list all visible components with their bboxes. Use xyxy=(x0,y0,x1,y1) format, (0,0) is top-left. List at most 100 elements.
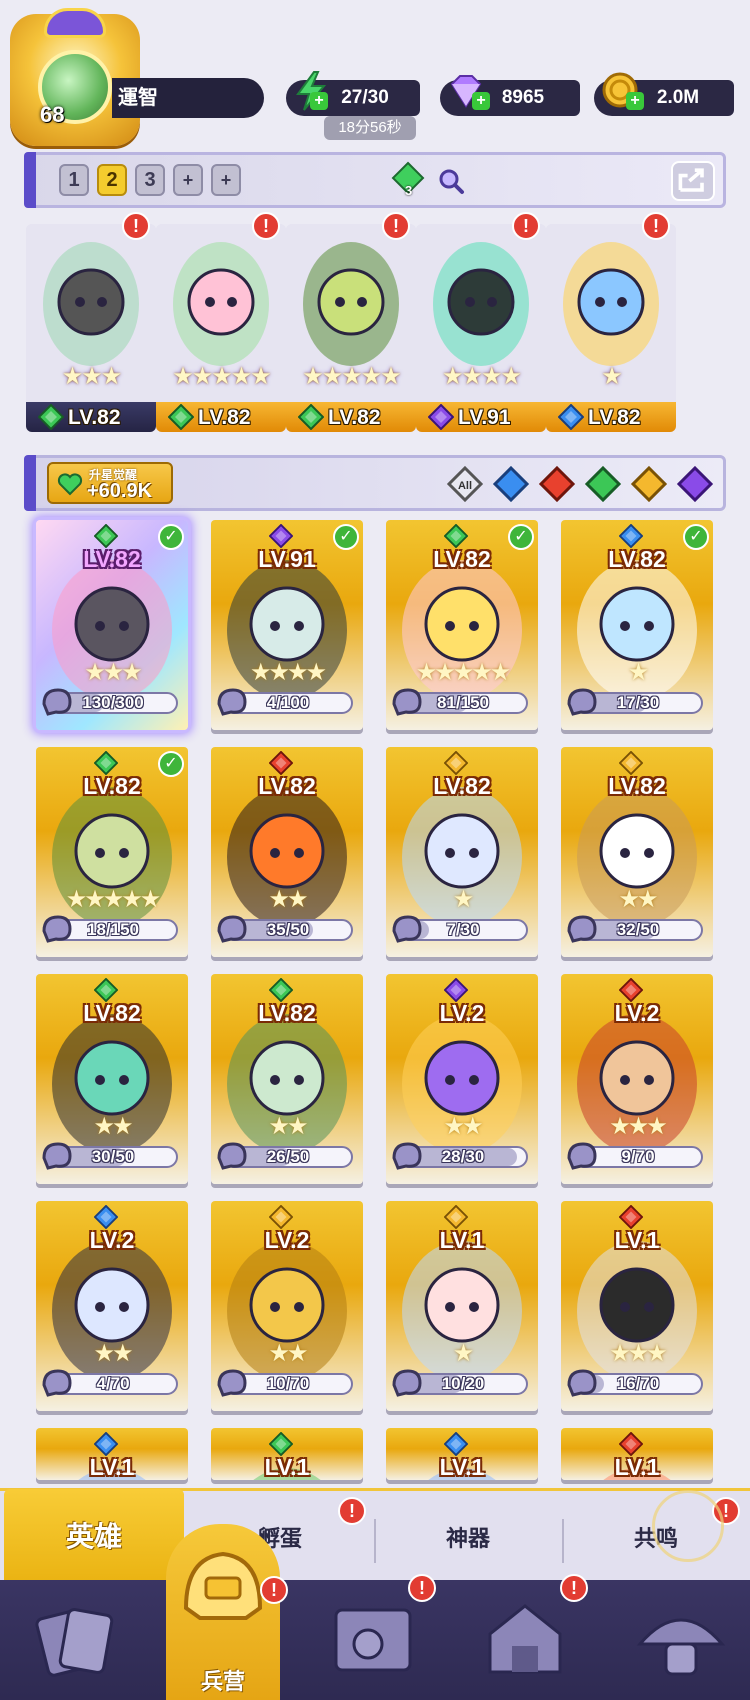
tab-artifact[interactable]: 神器 xyxy=(378,1491,558,1583)
element-gem-icon xyxy=(618,750,644,776)
filter-dark-icon[interactable] xyxy=(677,466,713,502)
element-gem-icon xyxy=(268,1431,294,1457)
nav-mushroom-icon[interactable] xyxy=(626,1590,736,1690)
crown-icon xyxy=(44,8,106,38)
hero-card[interactable]: LV.1 ★★★ 16/70 xyxy=(561,1201,713,1411)
element-gem-icon xyxy=(93,977,119,1003)
hero-level: LV.91 xyxy=(458,406,511,429)
tab-divider xyxy=(374,1519,376,1563)
energy-plus-button[interactable]: + xyxy=(310,92,328,110)
nav-map-icon[interactable] xyxy=(318,1590,428,1690)
element-gem-icon xyxy=(443,1204,469,1230)
shard-icon xyxy=(392,1369,422,1397)
hero-stars: ★★★★★ xyxy=(65,886,162,913)
shard-icon xyxy=(42,1142,72,1170)
awaken-value: +60.9K xyxy=(87,480,153,502)
player-level: 68 xyxy=(40,102,65,127)
tab-divider xyxy=(562,1519,564,1563)
hero-card[interactable]: LV.1 xyxy=(36,1428,188,1480)
hero-level: LV.91 xyxy=(258,546,316,572)
team-selector-bar: 1 2 3 + + 3 xyxy=(24,152,726,208)
filter-nature-icon[interactable] xyxy=(585,466,621,502)
element-gem-icon xyxy=(443,977,469,1003)
hero-card[interactable]: LV.1 xyxy=(561,1428,713,1480)
hero-card[interactable]: LV.2 ★★ 28/30 xyxy=(386,974,538,1184)
bottom-nav: ! ! xyxy=(0,1574,750,1700)
filter-fire-icon[interactable] xyxy=(539,466,575,502)
hero-level: LV.1 xyxy=(614,1227,660,1253)
hero-stars: ★ xyxy=(627,659,650,686)
hero-level: LV.2 xyxy=(614,1000,660,1026)
player-name[interactable]: 運智 xyxy=(112,78,264,118)
hero-card[interactable]: LV.1 xyxy=(211,1428,363,1480)
hero-level: LV.1 xyxy=(439,1454,485,1480)
hero-card[interactable]: LV.82 ★ 7/30 xyxy=(386,747,538,957)
star-awaken-button[interactable]: 升星觉醒 +60.9K xyxy=(47,462,173,504)
element-gem-icon xyxy=(618,523,644,549)
hero-card[interactable]: LV.82 ★★ 30/50 xyxy=(36,974,188,1184)
tab-heroes[interactable]: 英雄 xyxy=(4,1489,184,1583)
search-icon[interactable] xyxy=(437,167,465,195)
hero-card[interactable]: LV.82 ✓ ★ 17/30 xyxy=(561,520,713,730)
hero-card[interactable]: LV.2 ★★ 10/70 xyxy=(211,1201,363,1411)
team-hero-alert-badge: ! xyxy=(642,212,670,240)
team-hero-card[interactable]: ★ LV.82 xyxy=(546,224,676,432)
hero-stars: ★★ xyxy=(268,1340,308,1367)
hatch-alert-badge: ! xyxy=(338,1497,366,1525)
hero-stars: ★★ xyxy=(268,886,308,913)
shard-icon xyxy=(217,1142,247,1170)
hero-level: LV.82 xyxy=(83,1000,141,1026)
hero-card[interactable]: LV.82 ✓ ★★★ 130/300 xyxy=(36,520,188,730)
hero-card[interactable]: LV.91 ✓ ★★★★ 4/100 xyxy=(211,520,363,730)
gold-plus-button[interactable]: + xyxy=(626,92,644,110)
shard-icon xyxy=(567,915,597,943)
filter-light-icon[interactable] xyxy=(631,466,667,502)
shard-icon xyxy=(392,915,422,943)
team-hero-card[interactable]: ★★★★ LV.91 xyxy=(416,224,546,432)
shard-icon xyxy=(567,688,597,716)
filter-all-button[interactable]: All xyxy=(447,466,483,502)
deployed-check-icon: ✓ xyxy=(683,524,709,550)
hero-stars: ★★★★ xyxy=(441,363,522,390)
team-hero-card[interactable]: ★★★★★ LV.82 xyxy=(286,224,416,432)
hero-card[interactable]: LV.82 ★★ 26/50 xyxy=(211,974,363,1184)
hero-card[interactable]: LV.82 ✓ ★★★★★ 81/150 xyxy=(386,520,538,730)
hero-level-bar: LV.91 xyxy=(416,402,546,432)
hero-card[interactable]: LV.82 ✓ ★★★★★ 18/150 xyxy=(36,747,188,957)
hero-card[interactable]: LV.1 ★ 10/20 xyxy=(386,1201,538,1411)
hero-stars: ★★ xyxy=(443,1113,483,1140)
share-button[interactable] xyxy=(671,161,715,201)
hero-level: LV.82 xyxy=(83,546,141,572)
gem-plus-button[interactable]: + xyxy=(472,92,490,110)
hero-stars: ★ xyxy=(452,1340,475,1367)
hero-level: LV.82 xyxy=(258,773,316,799)
team-tab-2[interactable]: 2 xyxy=(97,164,127,196)
shard-icon xyxy=(567,1369,597,1397)
hero-card[interactable]: LV.1 xyxy=(386,1428,538,1480)
element-gem-icon xyxy=(37,403,65,431)
element-gem-icon xyxy=(443,523,469,549)
hero-level: LV.82 xyxy=(198,406,251,429)
team-tab-add-1[interactable]: + xyxy=(173,164,203,196)
hero-card[interactable]: LV.2 ★★ 4/70 xyxy=(36,1201,188,1411)
nav-cards-icon[interactable] xyxy=(20,1590,130,1690)
team-tab-add-2[interactable]: + xyxy=(211,164,241,196)
hero-card[interactable]: LV.82 ★★ 35/50 xyxy=(211,747,363,957)
nav-shrine-icon[interactable] xyxy=(470,1590,580,1690)
team-tab-1[interactable]: 1 xyxy=(59,164,89,196)
filter-water-icon[interactable] xyxy=(493,466,529,502)
element-gem-icon xyxy=(93,1204,119,1230)
hero-stars: ★★★ xyxy=(61,363,123,390)
sub-tabs: 英雄 孵蛋 ! 神器 共鸣 ! xyxy=(0,1488,750,1583)
deployed-check-icon: ✓ xyxy=(508,524,534,550)
team-hero-card[interactable]: ★★★★★ LV.82 xyxy=(156,224,286,432)
team-hero-card[interactable]: ★★★ LV.82 xyxy=(26,224,156,432)
element-gem-icon xyxy=(427,403,455,431)
energy-timer: 18分56秒 xyxy=(324,116,416,140)
hero-stars: ★★★ xyxy=(609,1340,668,1367)
hero-level: LV.1 xyxy=(264,1454,310,1480)
hero-card[interactable]: LV.82 ★★ 32/50 xyxy=(561,747,713,957)
element-gem-icon xyxy=(443,1431,469,1457)
team-tab-3[interactable]: 3 xyxy=(135,164,165,196)
hero-card[interactable]: LV.2 ★★★ 9/70 xyxy=(561,974,713,1184)
